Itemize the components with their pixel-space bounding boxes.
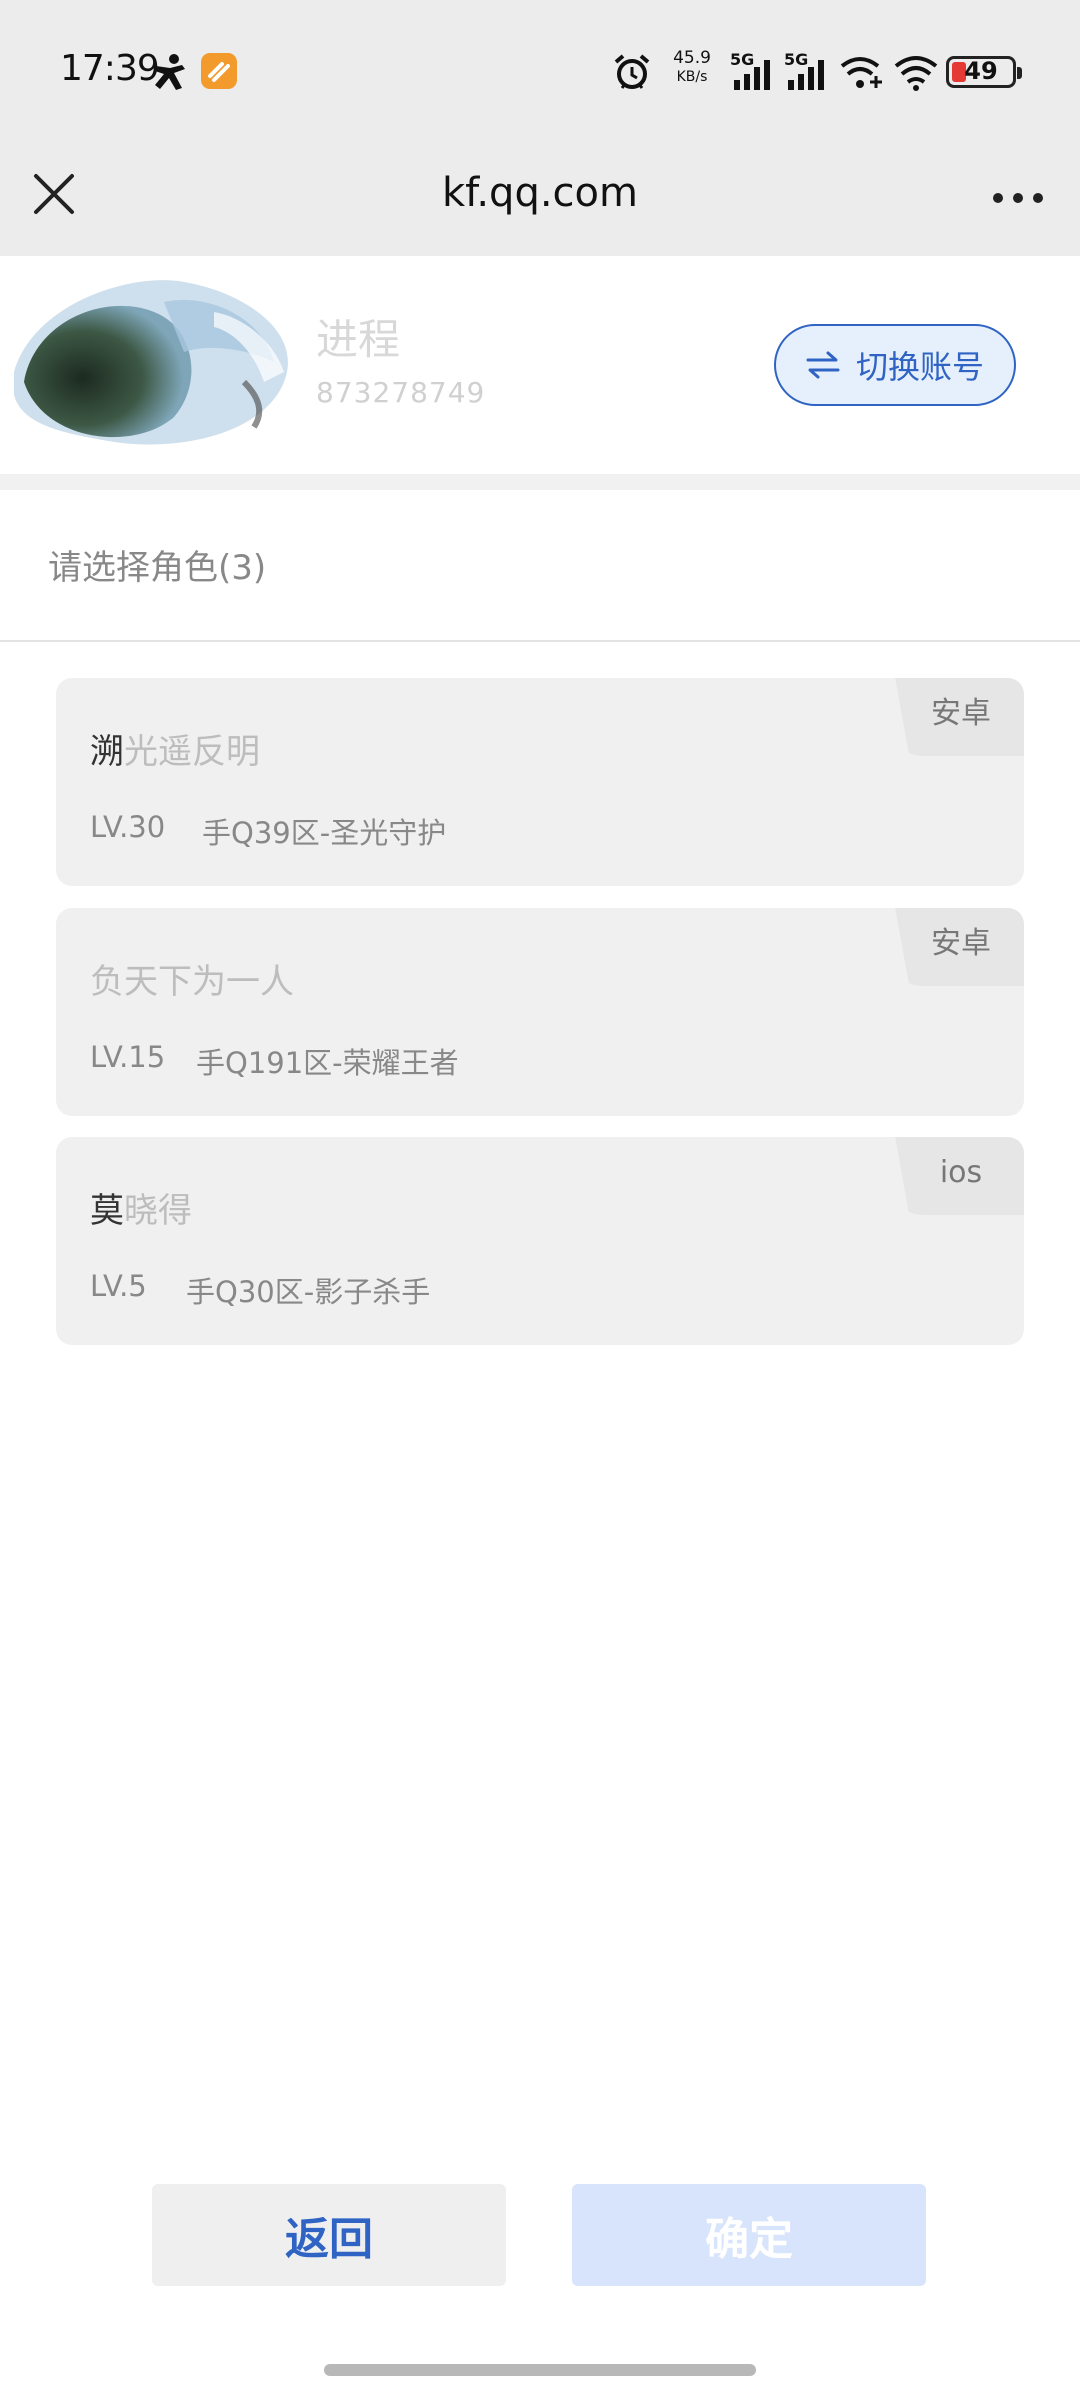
divider bbox=[0, 640, 1080, 642]
platform-tag: 安卓 bbox=[895, 908, 1024, 986]
more-icon bbox=[993, 193, 1043, 203]
role-name-rest: 负天下为一人 bbox=[90, 962, 294, 1002]
net-speed: 45.9 KB/s bbox=[668, 48, 716, 85]
platform-tag: ios bbox=[895, 1137, 1024, 1215]
role-name-rest: 光遥反明 bbox=[124, 732, 260, 772]
role-level: LV.5 bbox=[90, 1269, 147, 1303]
avatar bbox=[14, 280, 288, 445]
switch-account-label: 切换账号 bbox=[855, 348, 984, 386]
role-level: LV.30 bbox=[90, 810, 166, 844]
select-role-heading: 请选择角色(3) bbox=[48, 548, 267, 588]
signal-icon: 5G bbox=[784, 50, 830, 92]
back-button[interactable]: 返回 bbox=[152, 2184, 506, 2286]
role-card[interactable]: 溯光遥反明 LV.30 手Q39区-圣光守护 安卓 bbox=[56, 678, 1024, 886]
role-level: LV.15 bbox=[90, 1040, 166, 1074]
section-separator bbox=[0, 474, 1080, 490]
more-button[interactable] bbox=[978, 168, 1058, 224]
net-speed-unit: KB/s bbox=[676, 69, 708, 85]
role-name: 溯光遥反明 bbox=[90, 724, 260, 773]
page-url: kf.qq.com bbox=[442, 170, 638, 216]
role-server: 手Q39区-圣光守护 bbox=[202, 816, 447, 850]
alarm-icon bbox=[614, 54, 650, 89]
status-time: 17:39 bbox=[60, 48, 160, 89]
account-name: 进程 bbox=[316, 315, 401, 364]
role-name-first: 溯 bbox=[90, 732, 124, 772]
role-server: 手Q191区-荣耀王者 bbox=[196, 1046, 459, 1080]
app-badge-icon bbox=[201, 53, 237, 89]
battery-cap bbox=[1017, 67, 1022, 79]
person-icon bbox=[155, 54, 185, 90]
account-panel: 进程 873278749 切换账号 bbox=[0, 256, 1080, 474]
role-card[interactable]: 负天下为一人 LV.15 手Q191区-荣耀王者 安卓 bbox=[56, 908, 1024, 1116]
role-name: 负天下为一人 bbox=[90, 954, 294, 1003]
net-speed-value: 45.9 bbox=[673, 48, 711, 68]
swap-arrows-icon bbox=[806, 351, 840, 379]
status-bar: 17:39 45.9 KB/s 5G 5G 49 bbox=[0, 0, 1080, 140]
signal-icon: 5G bbox=[730, 50, 776, 92]
role-server: 手Q30区-影子杀手 bbox=[186, 1275, 431, 1309]
title-bar: kf.qq.com bbox=[0, 140, 1080, 256]
wifi-plus-icon bbox=[840, 57, 882, 88]
role-card[interactable]: 莫晓得 LV.5 手Q30区-影子杀手 ios bbox=[56, 1137, 1024, 1345]
wifi-icon bbox=[894, 56, 938, 91]
home-indicator[interactable] bbox=[324, 2364, 756, 2376]
battery-icon: 49 bbox=[946, 56, 1022, 88]
role-name: 莫晓得 bbox=[90, 1183, 192, 1232]
role-name-rest: 晓得 bbox=[124, 1191, 192, 1231]
battery-level: 49 bbox=[964, 57, 998, 85]
account-id: 873278749 bbox=[316, 376, 486, 409]
confirm-button[interactable]: 确定 bbox=[572, 2184, 926, 2286]
role-name-first: 莫 bbox=[90, 1191, 124, 1231]
switch-account-button[interactable]: 切换账号 bbox=[774, 324, 1016, 406]
platform-tag: 安卓 bbox=[895, 678, 1024, 756]
